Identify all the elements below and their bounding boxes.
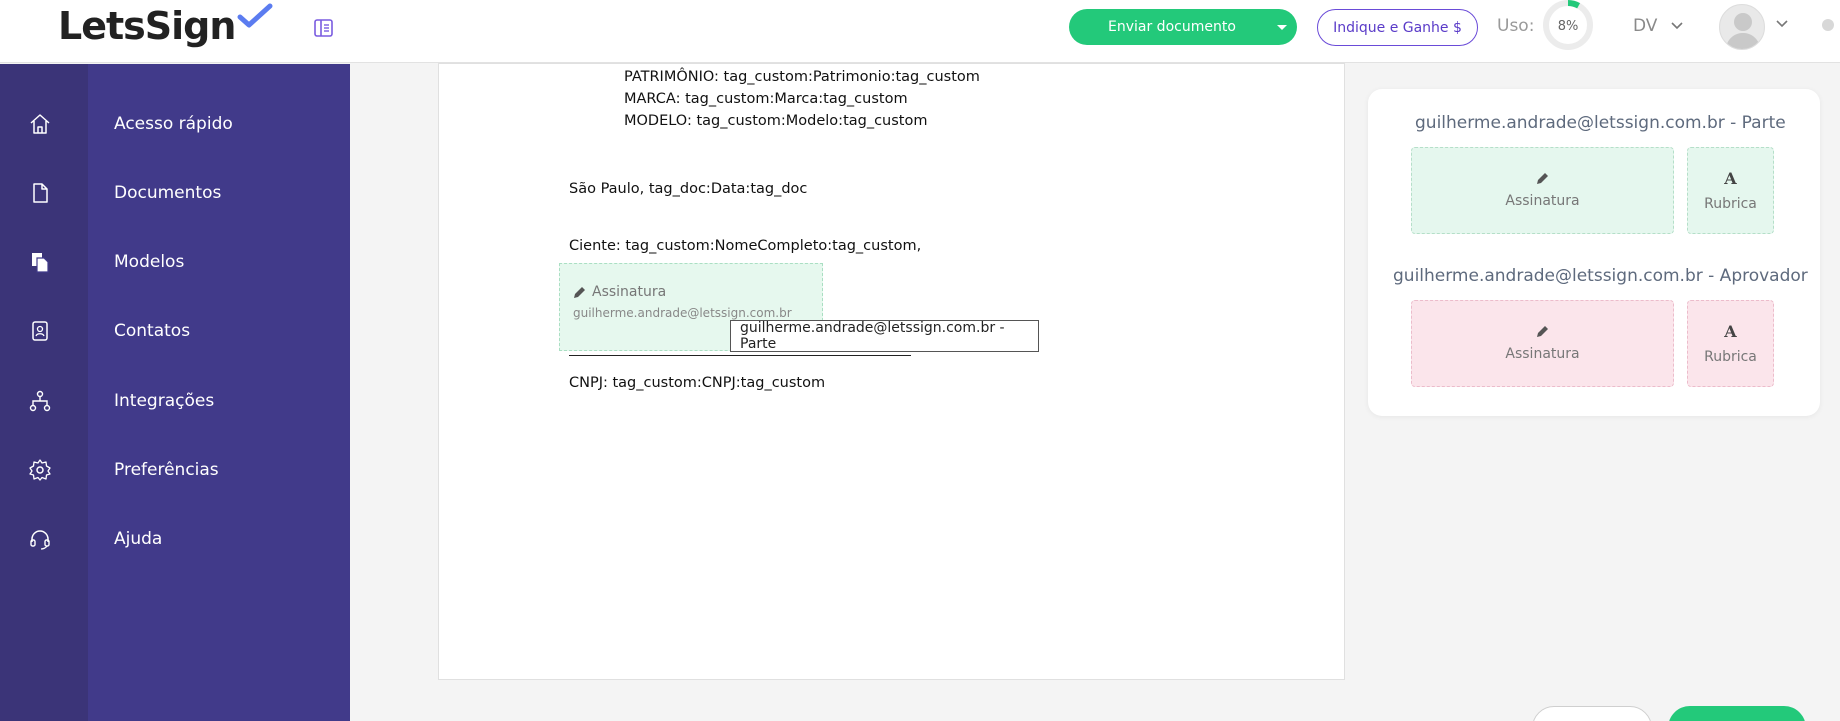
sidebar-item-help[interactable]: Ajuda (0, 514, 350, 564)
sidebar-item-documents[interactable]: Documentos (0, 168, 350, 218)
usage-gauge: 8% (1541, 0, 1595, 54)
pencil-icon (1537, 326, 1548, 337)
document-line: Ciente: tag_custom:NomeCompleto:tag_cust… (569, 238, 922, 254)
initials-draggable-field[interactable]: A Rubrica (1687, 300, 1774, 387)
sidebar-item-label: Documentos (114, 183, 222, 203)
sidebar-item-preferences[interactable]: Preferências (0, 445, 350, 495)
sidebar-item-quick-access[interactable]: Acesso rápido (0, 99, 350, 149)
signature-field-email: guilherme.andrade@letssign.com.br (573, 306, 792, 320)
templates-icon (32, 253, 49, 273)
signer-tooltip: guilherme.andrade@letssign.com.br - Part… (730, 320, 1039, 352)
user-silhouette-icon (1725, 13, 1761, 49)
document-page[interactable]: PATRIMÔNIO: tag_custom:Patrimonio:tag_cu… (438, 63, 1345, 680)
sidebar-item-label: Modelos (114, 252, 185, 272)
signature-field-label: Assinatura (592, 284, 667, 300)
top-header: LetsSign Enviar documento Indique e Ganh… (0, 0, 1840, 63)
chevron-down-icon[interactable] (1776, 20, 1788, 28)
signer-title: guilherme.andrade@letssign.com.br - Part… (1415, 113, 1786, 133)
signature-field-label: Assinatura (1505, 193, 1580, 209)
back-button[interactable] (1532, 706, 1652, 721)
sidebar-item-integrations[interactable]: Integrações (0, 376, 350, 426)
letter-a-icon: A (1724, 169, 1737, 188)
document-line: MODELO: tag_custom:Modelo:tag_custom (624, 113, 928, 129)
sidebar-item-templates[interactable]: Modelos (0, 237, 350, 287)
document-line: MARCA: tag_custom:Marca:tag_custom (624, 91, 908, 107)
signature-line (569, 355, 911, 356)
next-button[interactable] (1668, 706, 1806, 721)
initials-draggable-field[interactable]: A Rubrica (1687, 147, 1774, 234)
account-switcher[interactable]: DV (1633, 16, 1683, 36)
document-line: PATRIMÔNIO: tag_custom:Patrimonio:tag_cu… (624, 69, 980, 85)
letssign-logo[interactable]: LetsSign (58, 3, 273, 48)
sidebar-toggle-icon[interactable] (313, 17, 335, 39)
chevron-down-icon (1671, 22, 1683, 30)
pencil-icon (574, 286, 585, 298)
headset-icon (30, 530, 50, 550)
contacts-icon (32, 321, 48, 341)
sidebar-item-label: Integrações (114, 391, 215, 411)
send-document-button[interactable]: Enviar documento (1069, 9, 1297, 45)
integrations-icon (29, 390, 51, 412)
signer-title: guilherme.andrade@letssign.com.br - Apro… (1393, 266, 1808, 286)
logo-text: LetsSign (58, 4, 236, 48)
user-initials: DV (1633, 16, 1658, 36)
home-icon (30, 114, 50, 134)
usage-label: Uso: (1497, 16, 1535, 36)
letter-a-icon: A (1724, 322, 1737, 341)
send-dropdown-caret-icon[interactable] (1277, 25, 1287, 30)
sidebar-item-label: Ajuda (114, 529, 163, 549)
signature-field-header: Assinatura (573, 284, 666, 300)
pencil-icon (1537, 173, 1548, 184)
sidebar-item-label: Acesso rápido (114, 114, 233, 134)
usage-value: 8% (1557, 18, 1579, 34)
signers-panel: guilherme.andrade@letssign.com.br - Part… (1368, 89, 1820, 416)
sidebar-item-label: Contatos (114, 321, 191, 341)
signature-draggable-field[interactable]: Assinatura (1411, 147, 1674, 234)
send-document-label: Enviar documento (1108, 19, 1236, 35)
initials-field-label: Rubrica (1704, 349, 1757, 365)
status-indicator (1822, 19, 1834, 31)
sidebar-item-label: Preferências (114, 460, 219, 480)
signature-field-label: Assinatura (1505, 346, 1580, 362)
document-line: CNPJ: tag_custom:CNPJ:tag_custom (569, 375, 826, 391)
document-icon (33, 183, 48, 203)
signature-draggable-field[interactable]: Assinatura (1411, 300, 1674, 387)
initials-field-label: Rubrica (1704, 196, 1757, 212)
gear-icon (29, 459, 51, 481)
document-line: São Paulo, tag_doc:Data:tag_doc (569, 181, 808, 197)
avatar[interactable] (1719, 4, 1765, 50)
logo-check-icon (237, 3, 273, 28)
refer-and-earn-button[interactable]: Indique e Ganhe $ (1317, 9, 1478, 46)
sidebar-item-contacts[interactable]: Contatos (0, 306, 350, 356)
